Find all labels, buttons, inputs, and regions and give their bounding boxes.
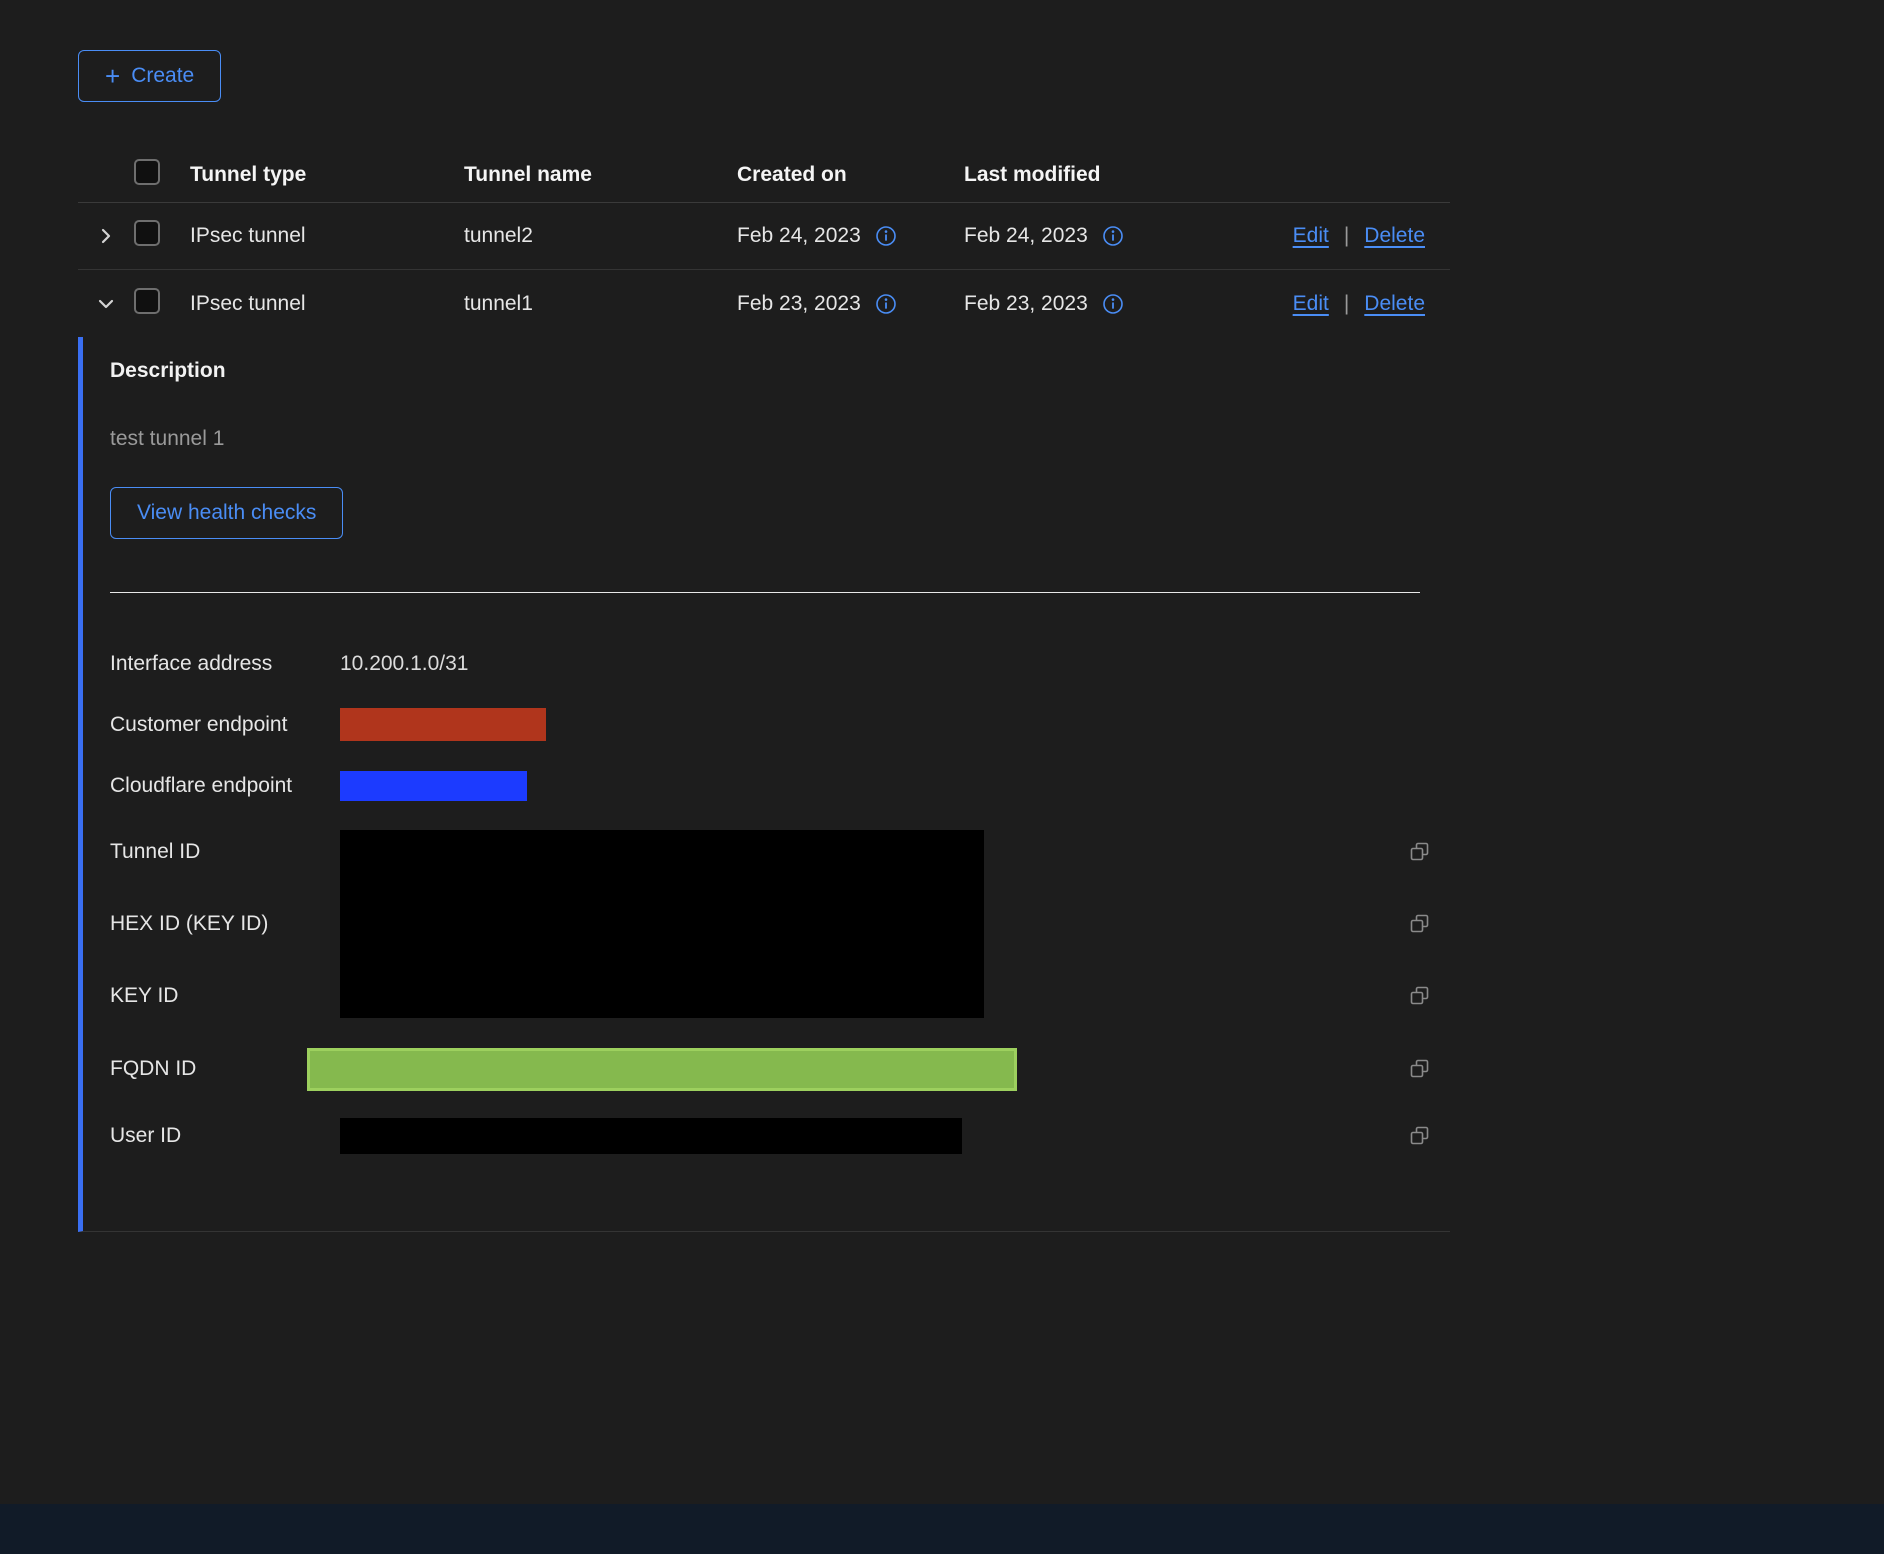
copy-icon	[1409, 1058, 1431, 1080]
table-row-tunnel1: IPsec tunnel tunnel1 Feb 23, 2023 Feb 23…	[78, 270, 1450, 337]
tunnel-name-cell: tunnel1	[464, 292, 737, 316]
tunnel-name-cell: tunnel2	[464, 224, 737, 248]
last-modified-value: Feb 24, 2023	[964, 224, 1088, 248]
delete-link[interactable]: Delete	[1364, 292, 1425, 316]
header-tunnel-type: Tunnel type	[190, 163, 464, 187]
row-checkbox[interactable]	[134, 288, 160, 314]
table-header-row: Tunnel type Tunnel name Created on Last …	[78, 148, 1450, 203]
create-button[interactable]: + Create	[78, 50, 221, 102]
copy-key-id-button[interactable]	[1407, 983, 1433, 1009]
tunnel-type-cell: IPsec tunnel	[190, 224, 464, 248]
plus-icon: +	[105, 63, 120, 89]
copy-fqdn-id-button[interactable]	[1407, 1056, 1433, 1082]
view-health-checks-button[interactable]: View health checks	[110, 487, 343, 539]
checkbox-cell	[134, 288, 190, 320]
info-icon	[1102, 293, 1124, 315]
ipsec-tunnels-page: + Create Tunnel type Tunnel name Created…	[0, 0, 1884, 1554]
fqdn-id-redacted-value	[307, 1048, 1017, 1091]
create-button-label: Create	[131, 64, 194, 88]
row-actions: Edit | Delete	[1293, 224, 1450, 248]
expand-row-button[interactable]	[92, 222, 120, 250]
fqdn-id-copy-cell	[1390, 1056, 1450, 1082]
row-actions: Edit | Delete	[1293, 292, 1450, 316]
hex-id-copy-cell	[1390, 911, 1450, 937]
delete-link[interactable]: Delete	[1364, 224, 1425, 248]
edit-link[interactable]: Edit	[1293, 224, 1329, 248]
info-icon	[875, 293, 897, 315]
hex-id-label: HEX ID (KEY ID)	[110, 912, 340, 936]
expand-cell	[78, 290, 134, 318]
customer-endpoint-label: Customer endpoint	[110, 713, 340, 737]
chevron-down-icon	[96, 294, 116, 314]
edit-link[interactable]: Edit	[1293, 292, 1329, 316]
tunnel-id-copy-cell	[1390, 839, 1450, 865]
tunnels-table: Tunnel type Tunnel name Created on Last …	[78, 148, 1450, 337]
user-id-redacted-value	[340, 1118, 962, 1154]
tunnel-detail-panel: Description test tunnel 1 View health ch…	[78, 337, 1450, 1232]
created-on-info-button[interactable]	[875, 225, 897, 247]
ids-redacted-value	[340, 830, 984, 1018]
header-checkbox-cell	[134, 159, 190, 191]
cloudflare-endpoint-row: Cloudflare endpoint	[110, 755, 1450, 816]
chevron-right-icon	[96, 226, 116, 246]
last-modified-info-button[interactable]	[1102, 293, 1124, 315]
collapse-row-button[interactable]	[92, 290, 120, 318]
created-on-value: Feb 23, 2023	[737, 292, 861, 316]
copy-icon	[1409, 913, 1431, 935]
user-id-copy-cell	[1390, 1123, 1450, 1149]
interface-address-label: Interface address	[110, 652, 340, 676]
created-on-info-button[interactable]	[875, 293, 897, 315]
customer-endpoint-redacted-value	[340, 708, 546, 741]
key-id-label: KEY ID	[110, 984, 340, 1008]
user-id-label: User ID	[110, 1124, 340, 1148]
created-on-cell: Feb 23, 2023	[737, 292, 964, 316]
bottom-band	[0, 1504, 1884, 1554]
last-modified-value: Feb 23, 2023	[964, 292, 1088, 316]
header-last-modified: Last modified	[964, 163, 1282, 187]
select-all-checkbox[interactable]	[134, 159, 160, 185]
description-value: test tunnel 1	[110, 427, 1450, 451]
action-separator: |	[1344, 292, 1349, 316]
checkbox-cell	[134, 220, 190, 252]
cloudflare-endpoint-label: Cloudflare endpoint	[110, 774, 340, 798]
last-modified-info-button[interactable]	[1102, 225, 1124, 247]
action-separator: |	[1344, 224, 1349, 248]
fqdn-id-label: FQDN ID	[110, 1057, 340, 1081]
view-health-checks-label: View health checks	[137, 501, 316, 525]
created-on-cell: Feb 24, 2023	[737, 224, 964, 248]
copy-icon	[1409, 841, 1431, 863]
table-row-tunnel2: IPsec tunnel tunnel2 Feb 24, 2023 Feb 24…	[78, 203, 1450, 270]
interface-address-value: 10.200.1.0/31	[340, 652, 1390, 676]
copy-icon	[1409, 985, 1431, 1007]
key-id-copy-cell	[1390, 983, 1450, 1009]
copy-icon	[1409, 1125, 1431, 1147]
last-modified-cell: Feb 24, 2023	[964, 224, 1282, 248]
copy-user-id-button[interactable]	[1407, 1123, 1433, 1149]
row-checkbox[interactable]	[134, 220, 160, 246]
section-divider	[110, 592, 1420, 593]
last-modified-cell: Feb 23, 2023	[964, 292, 1282, 316]
tunnel-type-cell: IPsec tunnel	[190, 292, 464, 316]
interface-address-row: Interface address 10.200.1.0/31	[110, 633, 1450, 694]
copy-tunnel-id-button[interactable]	[1407, 839, 1433, 865]
fqdn-id-row: FQDN ID	[110, 1032, 1450, 1106]
info-icon	[875, 225, 897, 247]
info-icon	[1102, 225, 1124, 247]
tunnel-ids-block: Tunnel ID HEX ID (KEY ID) KEY ID	[110, 816, 1450, 1032]
description-label: Description	[110, 359, 1450, 383]
header-created-on: Created on	[737, 163, 964, 187]
user-id-row: User ID	[110, 1106, 1450, 1166]
customer-endpoint-row: Customer endpoint	[110, 694, 1450, 755]
tunnel-fields: Interface address 10.200.1.0/31 Customer…	[110, 633, 1450, 1166]
tunnel-id-label: Tunnel ID	[110, 840, 340, 864]
created-on-value: Feb 24, 2023	[737, 224, 861, 248]
header-tunnel-name: Tunnel name	[464, 163, 737, 187]
cloudflare-endpoint-redacted-value	[340, 771, 527, 801]
expand-cell	[78, 222, 134, 250]
copy-hex-id-button[interactable]	[1407, 911, 1433, 937]
